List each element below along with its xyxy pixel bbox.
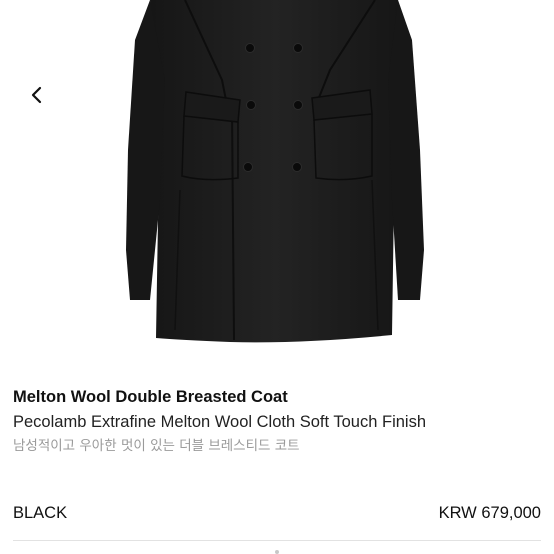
gallery-prev-button[interactable] <box>30 86 60 118</box>
coat-image <box>126 0 424 343</box>
color-label: BLACK <box>13 503 68 522</box>
product-info: Melton Wool Double Breasted Coat Pecolam… <box>13 386 543 456</box>
price-label: KRW 679,000 <box>438 503 541 522</box>
product-image-gallery[interactable] <box>0 0 554 355</box>
page-indicator-dot <box>275 550 279 554</box>
product-name: Melton Wool Double Breasted Coat <box>13 388 288 406</box>
option-row[interactable]: BLACK KRW 679,000 <box>13 501 541 525</box>
product-subtitle: Pecolamb Extrafine Melton Wool Cloth Sof… <box>13 413 427 431</box>
chevron-left-icon <box>31 86 42 104</box>
product-detail-page: Melton Wool Double Breasted Coat Pecolam… <box>0 0 554 554</box>
product-korean-description: 남성적이고 우아한 멋이 있는 더블 브레스티드 코트 <box>13 438 300 454</box>
divider <box>13 540 541 541</box>
